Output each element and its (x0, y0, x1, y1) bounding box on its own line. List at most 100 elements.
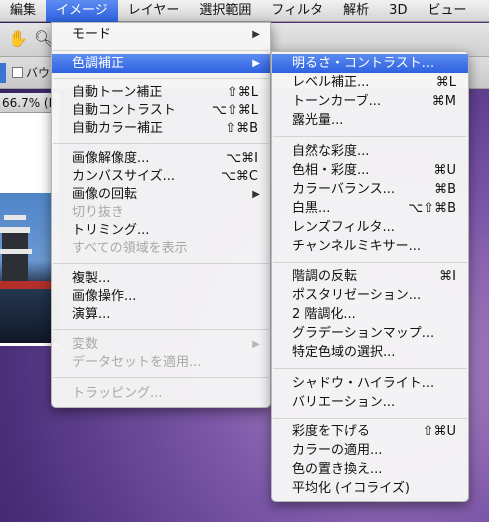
menu-item-label: ポスタリゼーション... (292, 288, 422, 303)
menu-item-trap: トラッピング... (52, 384, 270, 403)
menu-item-label: 白黒... (292, 201, 331, 216)
menu-item-shortcut: ⌘B (434, 182, 456, 197)
menu-item-channel-mixer[interactable]: チャンネルミキサー... (272, 237, 468, 256)
menu-item-rotation[interactable]: 画像の回転 ▶ (52, 185, 270, 204)
menu-item-shortcut: ⌥⌘I (226, 151, 258, 166)
menu-item-adjustments[interactable]: 色調補正 ▶ (52, 54, 270, 73)
options-bar-accent (0, 63, 6, 83)
menu-item-threshold[interactable]: 2 階調化... (272, 305, 468, 324)
menu-item-vibrance[interactable]: 自然な彩度... (272, 142, 468, 161)
menu-item-label: レンズフィルタ... (292, 220, 395, 235)
menu-item-label: 自動コントラスト (72, 103, 176, 118)
menu-item-trim[interactable]: トリミング... (52, 221, 270, 240)
menu-item-label: 画像操作... (72, 289, 137, 304)
menu-item-auto-tone[interactable]: 自動トーン補正 ⇧⌘L (52, 83, 270, 102)
menu-item-brightness-contrast[interactable]: 明るさ・コントラスト... (272, 54, 468, 73)
image-menu: モード ▶ 色調補正 ▶ 自動トーン補正 ⇧⌘L 自動コントラスト ⌥⇧⌘L 自… (51, 22, 271, 408)
menu-item-auto-color[interactable]: 自動カラー補正 ⇧⌘B (52, 119, 270, 138)
menu-item-shortcut: ⌘I (439, 269, 456, 284)
menu-item-variables: 変数 ▶ (52, 335, 270, 354)
menu-item-label: カンバスサイズ... (72, 169, 176, 184)
separator (273, 368, 467, 369)
menu-item-label: 切り抜き (72, 205, 125, 220)
menu-image[interactable]: イメージ (46, 0, 118, 22)
submenu-arrow-icon: ▶ (252, 339, 260, 350)
menu-item-label: 演算... (72, 307, 111, 322)
menu-item-shortcut: ⌥⇧⌘L (211, 103, 258, 118)
menu-bar: 編集 イメージ レイヤー 選択範囲 フィルタ 解析 3D ビュー (0, 0, 489, 22)
menu-item-label: 変数 (72, 337, 99, 352)
menu-item-reveal-all: すべての領域を表示 (52, 239, 270, 258)
menu-item-image-size[interactable]: 画像解像度... ⌥⌘I (52, 149, 270, 168)
menu-item-label: 明るさ・コントラスト... (292, 56, 435, 71)
menu-item-label: 2 階調化... (292, 307, 356, 322)
menu-item-replace-color[interactable]: 色の置き換え... (272, 460, 468, 479)
menu-item-variations[interactable]: バリエーション... (272, 393, 468, 412)
menu-view[interactable]: ビュー (417, 0, 476, 22)
menu-item-exposure[interactable]: 露光量... (272, 111, 468, 130)
menu-item-shadows-highlights[interactable]: シャドウ・ハイライト... (272, 374, 468, 393)
hand-tool-icon[interactable]: ✋ (8, 29, 28, 48)
menu-item-label: 複製... (72, 271, 111, 286)
menu-item-label: トリミング... (72, 223, 150, 238)
menu-filter[interactable]: フィルタ (261, 0, 333, 22)
separator (53, 78, 269, 79)
separator (53, 329, 269, 330)
menu-item-gradient-map[interactable]: グラデーションマップ... (272, 324, 468, 343)
menu-item-label: カラーバランス... (292, 182, 396, 197)
menu-item-label: データセットを適用... (72, 355, 202, 370)
menu-item-black-white[interactable]: 白黒... ⌥⇧⌘B (272, 199, 468, 218)
menu-layer[interactable]: レイヤー (118, 0, 190, 22)
menu-item-shortcut: ⌥⌘C (220, 169, 258, 184)
menu-item-label: チャンネルミキサー... (292, 239, 422, 254)
menu-item-label: 画像の回転 (72, 187, 138, 202)
menu-3d[interactable]: 3D (379, 0, 417, 22)
menu-item-label: バリエーション... (292, 395, 396, 410)
menu-item-invert[interactable]: 階調の反転 ⌘I (272, 267, 468, 286)
castle (2, 231, 28, 281)
menu-item-canvas-size[interactable]: カンバスサイズ... ⌥⌘C (52, 167, 270, 186)
menu-item-label: グラデーションマップ... (292, 326, 435, 341)
menu-item-duplicate[interactable]: 複製... (52, 269, 270, 288)
menu-item-label: 自然な彩度... (292, 144, 370, 159)
submenu-arrow-icon: ▶ (252, 189, 260, 200)
menu-item-label: 自動カラー補正 (72, 121, 164, 136)
menu-item-label: 自動トーン補正 (72, 85, 163, 100)
menu-item-label: 階調の反転 (292, 269, 358, 284)
menu-item-label: 色の置き換え... (292, 462, 383, 477)
menu-edit[interactable]: 編集 (0, 0, 46, 22)
menu-item-label: シャドウ・ハイライト... (292, 376, 435, 391)
menu-item-selective-color[interactable]: 特定色域の選択... (272, 343, 468, 362)
separator (53, 50, 269, 51)
menu-item-match-color[interactable]: カラーの適用... (272, 441, 468, 460)
menu-item-photo-filter[interactable]: レンズフィルタ... (272, 218, 468, 237)
separator (273, 136, 467, 137)
menu-item-calculations[interactable]: 演算... (52, 305, 270, 324)
menu-item-crop: 切り抜き (52, 203, 270, 222)
menu-item-apply-image[interactable]: 画像操作... (52, 287, 270, 306)
menu-item-label: トラッピング... (72, 386, 163, 401)
menu-analysis[interactable]: 解析 (333, 0, 379, 22)
menu-item-label: 画像解像度... (72, 151, 150, 166)
menu-item-equalize[interactable]: 平均化 (イコライズ) (272, 479, 468, 498)
menu-item-apply-data-set: データセットを適用... (52, 353, 270, 372)
menu-item-color-balance[interactable]: カラーバランス... ⌘B (272, 180, 468, 199)
menu-item-label: 特定色域の選択... (292, 345, 396, 360)
options-checkbox[interactable] (12, 67, 23, 78)
menu-item-shortcut: ⌘L (435, 75, 456, 90)
menu-item-curves[interactable]: トーンカーブ... ⌘M (272, 92, 468, 111)
menu-item-mode[interactable]: モード ▶ (52, 25, 270, 44)
menu-item-label: 露光量... (292, 113, 344, 128)
menu-item-label: 色調補正 (72, 56, 125, 71)
castle-roof (4, 215, 26, 220)
menu-item-posterize[interactable]: ポスタリゼーション... (272, 286, 468, 305)
menu-item-shortcut: ⇧⌘B (225, 121, 258, 136)
menu-item-desaturate[interactable]: 彩度を下げる ⇧⌘U (272, 422, 468, 441)
menu-item-levels[interactable]: レベル補正... ⌘L (272, 73, 468, 92)
menu-item-hue-saturation[interactable]: 色相・彩度... ⌘U (272, 161, 468, 180)
submenu-arrow-icon: ▶ (252, 58, 260, 69)
menu-item-label: 色相・彩度... (292, 163, 370, 178)
castle-roof (0, 249, 32, 254)
menu-item-auto-contrast[interactable]: 自動コントラスト ⌥⇧⌘L (52, 101, 270, 120)
menu-select[interactable]: 選択範囲 (189, 0, 261, 22)
